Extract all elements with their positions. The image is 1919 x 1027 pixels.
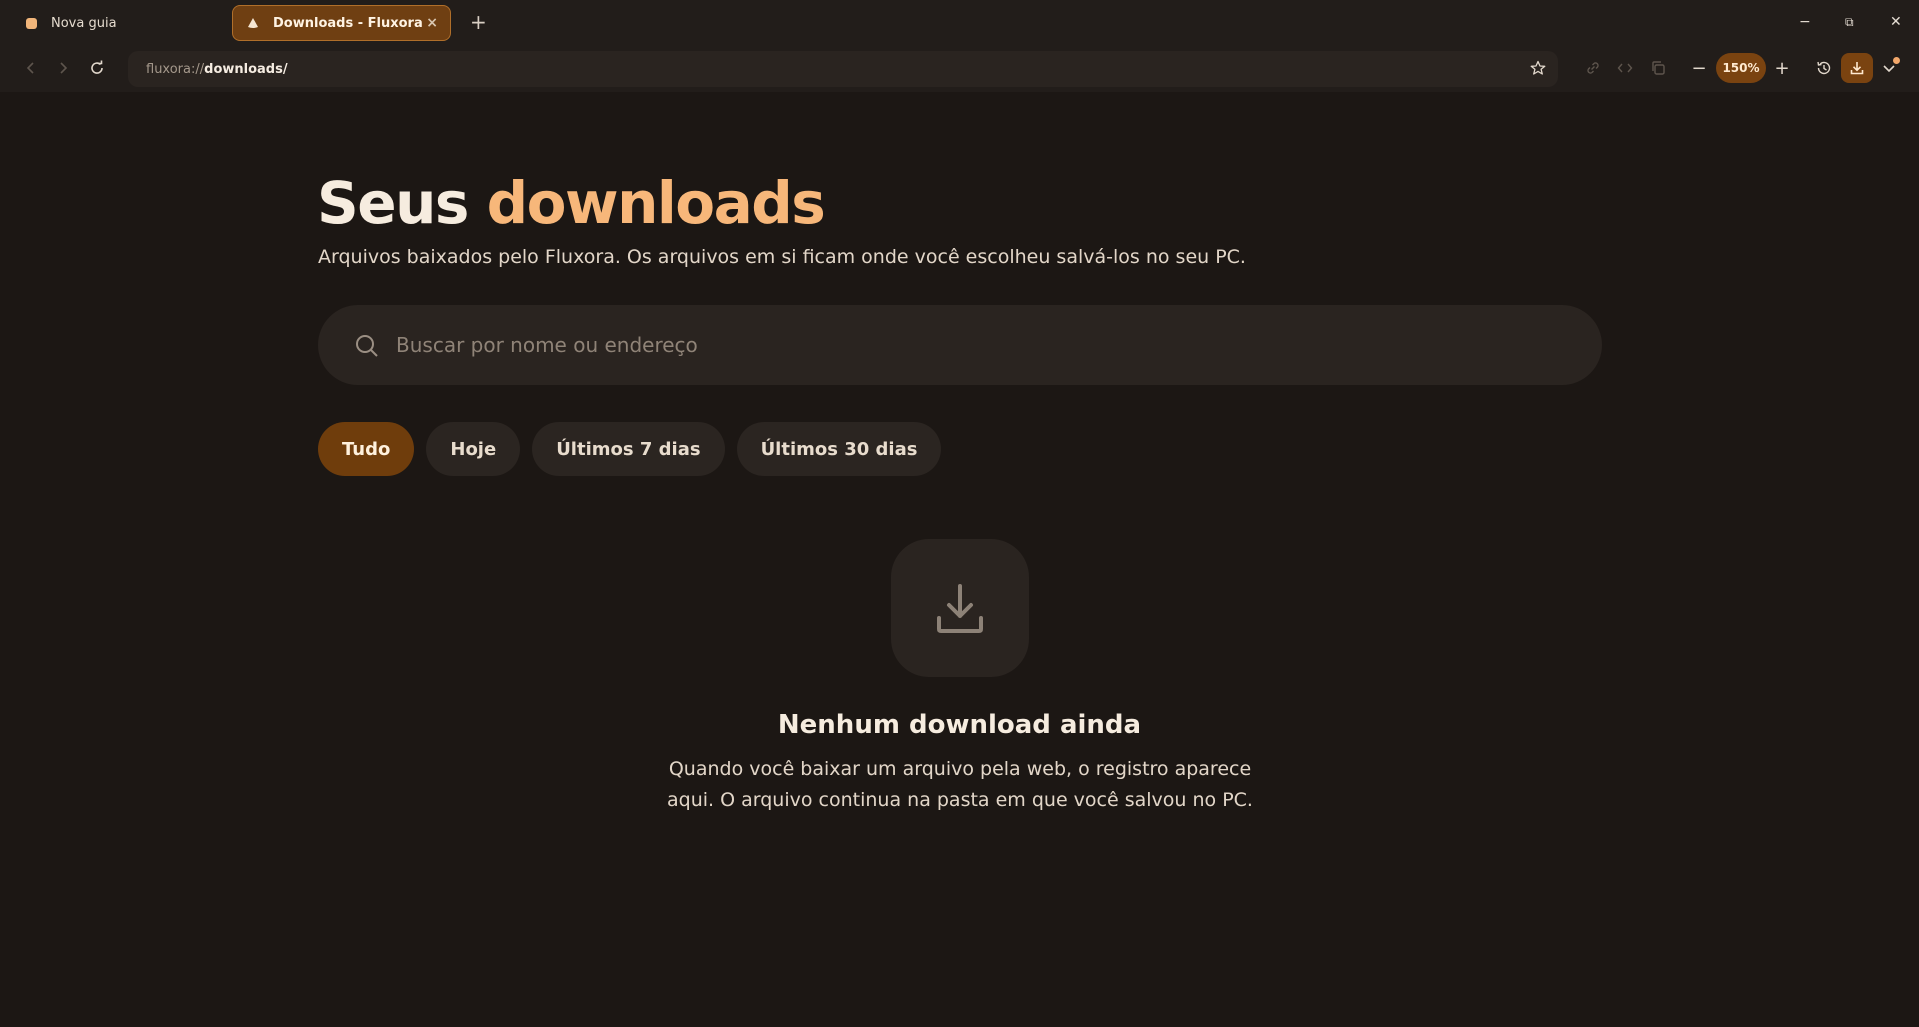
empty-state-description: Quando você baixar um arquivo pela web, … [667, 758, 1253, 811]
filter-tudo[interactable]: Tudo [318, 422, 415, 476]
filter-ultimos-7-dias[interactable]: Últimos 7 dias [532, 422, 725, 476]
notification-dot [1893, 57, 1900, 64]
empty-state-download-icon [891, 539, 1029, 677]
empty-state-title: Nenhum download ainda [777, 710, 1142, 740]
filter-hoje[interactable]: Hoje [426, 422, 521, 476]
search-bar[interactable] [318, 305, 1602, 385]
page-title: Seus downloads [317, 169, 826, 237]
url-scheme: fluxora:// [146, 61, 205, 77]
copy-icon[interactable] [1647, 57, 1669, 79]
tab-label: Nova guia [51, 15, 117, 31]
reload-icon[interactable] [86, 57, 108, 79]
tab-strip: Nova guia Downloads - Fluxora × + − ⧉ ✕ [0, 0, 1919, 45]
history-icon[interactable] [1813, 57, 1835, 79]
tab-downloads[interactable]: Downloads - Fluxora × [232, 5, 451, 41]
maximize-button[interactable]: ⧉ [1845, 12, 1854, 32]
filter-ultimos-30-dias[interactable]: Últimos 30 dias [736, 422, 942, 476]
address-bar[interactable]: fluxora://downloads/ [128, 51, 1558, 87]
close-window-button[interactable]: ✕ [1890, 12, 1902, 32]
fluxora-logo-icon [247, 17, 259, 29]
new-tab-button[interactable]: + [470, 10, 487, 34]
zoom-out-button[interactable]: − [1688, 57, 1710, 79]
tab-nova-guia[interactable]: Nova guia [14, 5, 224, 41]
bookmark-star-icon[interactable] [1527, 57, 1549, 79]
code-icon[interactable] [1614, 57, 1636, 79]
search-input[interactable] [396, 325, 1546, 365]
back-icon[interactable] [20, 57, 42, 79]
forward-icon[interactable] [52, 57, 74, 79]
toolbar: fluxora://downloads/ − 150% + [0, 45, 1919, 92]
downloads-button[interactable] [1841, 53, 1873, 83]
zoom-level[interactable]: 150% [1716, 53, 1766, 83]
tab-label: Downloads - Fluxora [273, 15, 423, 31]
minimize-button[interactable]: − [1799, 12, 1811, 32]
filter-chips: Tudo Hoje Últimos 7 dias Últimos 30 dias [318, 422, 942, 476]
page-subtitle: Arquivos baixados pelo Fluxora. Os arqui… [318, 246, 1246, 268]
search-icon [354, 333, 380, 363]
download-icon [1850, 62, 1864, 75]
url-host: downloads/ [204, 61, 288, 77]
link-icon[interactable] [1582, 57, 1604, 79]
tab-close-icon[interactable]: × [426, 15, 438, 31]
zoom-in-button[interactable]: + [1771, 57, 1793, 79]
tab-favicon-icon [26, 17, 37, 29]
